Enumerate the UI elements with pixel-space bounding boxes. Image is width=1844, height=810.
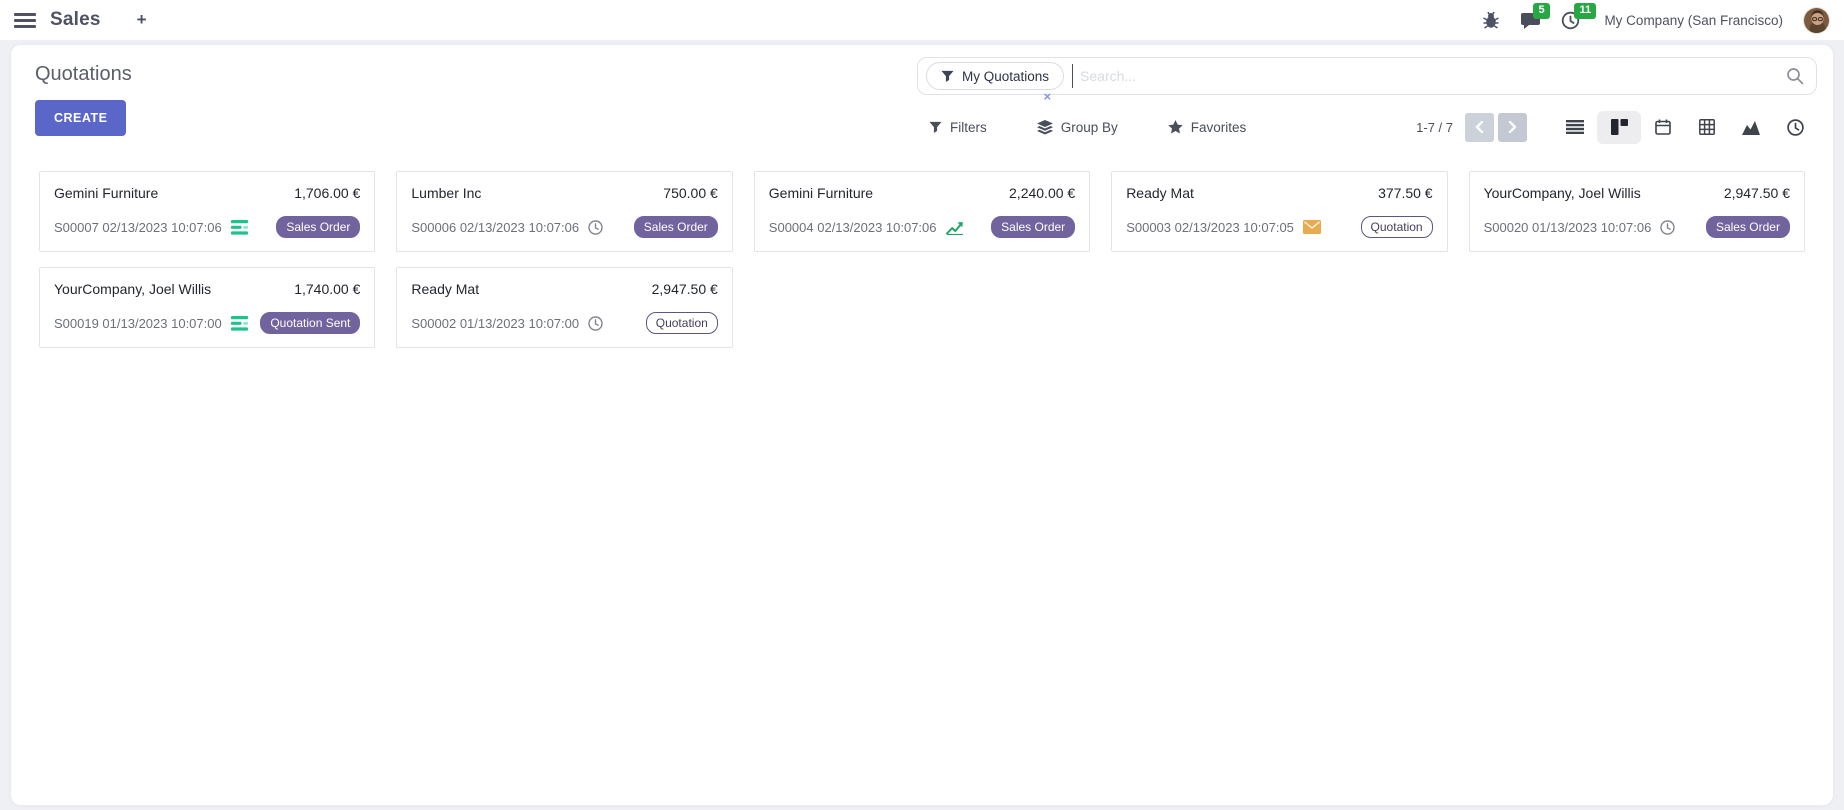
chevron-left-icon [1475, 121, 1484, 133]
amount: 1,740.00 € [294, 281, 360, 297]
view-switcher [1553, 111, 1817, 144]
filter-funnel-icon [941, 70, 954, 83]
clock-icon[interactable] [588, 220, 603, 235]
kanban-view-icon [1611, 119, 1628, 135]
view-calendar-button[interactable] [1641, 111, 1685, 144]
green-list-icon[interactable] [231, 316, 248, 331]
order-reference: S00007 02/13/2023 10:07:06 [54, 220, 222, 235]
graph-view-icon [1742, 120, 1760, 135]
quotation-card[interactable]: Lumber Inc 750.00 € S00006 02/13/2023 10… [396, 171, 732, 252]
chevron-right-icon [1508, 121, 1517, 133]
messages-count-badge: 5 [1533, 3, 1549, 19]
status-badge: Sales Order [991, 216, 1075, 238]
group-by-button[interactable]: Group By [1037, 120, 1118, 135]
order-reference: S00004 02/13/2023 10:07:06 [769, 220, 937, 235]
quotation-card[interactable]: Gemini Furniture 2,240.00 € S00004 02/13… [754, 171, 1090, 252]
pivot-view-icon [1699, 119, 1715, 135]
amount: 377.50 € [1378, 185, 1433, 201]
favorites-button[interactable]: Favorites [1168, 120, 1247, 135]
quotation-card[interactable]: Gemini Furniture 1,706.00 € S00007 02/13… [39, 171, 375, 252]
view-pivot-button[interactable] [1685, 111, 1729, 144]
status-badge: Sales Order [1706, 216, 1790, 238]
customer-name: YourCompany, Joel Willis [1484, 185, 1641, 201]
star-icon [1168, 120, 1183, 134]
top-navbar: Sales + 5 11 My Company (San Francisco) [0, 0, 1844, 40]
envelope-icon[interactable] [1303, 220, 1321, 234]
search-input[interactable]: My Quotations × Search... [917, 57, 1817, 95]
view-activity-button[interactable] [1773, 111, 1817, 144]
order-reference: S00006 02/13/2023 10:07:06 [411, 220, 579, 235]
customer-name: Ready Mat [1126, 185, 1194, 201]
apps-menu-icon[interactable] [14, 9, 36, 32]
pager-next-button[interactable] [1498, 113, 1527, 142]
calendar-view-icon [1655, 119, 1671, 135]
facet-remove-icon[interactable]: × [1043, 90, 1051, 103]
debug-bug-icon[interactable] [1482, 11, 1500, 29]
filter-funnel-icon [929, 121, 942, 134]
activities-button[interactable]: 11 [1561, 11, 1580, 30]
quotation-card[interactable]: Ready Mat 2,947.50 € S00002 01/13/2023 1… [396, 267, 732, 348]
view-list-button[interactable] [1553, 111, 1597, 144]
view-kanban-button[interactable] [1597, 111, 1641, 144]
search-icon[interactable] [1786, 67, 1804, 85]
customer-name: Gemini Furniture [54, 185, 158, 201]
status-badge: Quotation Sent [260, 312, 360, 334]
create-button[interactable]: CREATE [35, 100, 126, 136]
customer-name: Lumber Inc [411, 185, 481, 201]
quotation-card[interactable]: YourCompany, Joel Willis 2,947.50 € S000… [1469, 171, 1805, 252]
activities-count-badge: 11 [1574, 3, 1596, 19]
customer-name: Gemini Furniture [769, 185, 873, 201]
amount: 750.00 € [663, 185, 718, 201]
amount: 1,706.00 € [294, 185, 360, 201]
green-list-icon[interactable] [231, 220, 248, 235]
status-badge: Sales Order [634, 216, 718, 238]
order-reference: S00019 01/13/2023 10:07:00 [54, 316, 222, 331]
amount: 2,947.50 € [1724, 185, 1790, 201]
customer-name: YourCompany, Joel Willis [54, 281, 211, 297]
user-avatar[interactable] [1803, 7, 1830, 34]
pager-value[interactable]: 1-7 / 7 [1416, 120, 1453, 135]
amount: 2,947.50 € [652, 281, 718, 297]
page-title: Quotations [35, 63, 132, 86]
pager-previous-button[interactable] [1465, 113, 1494, 142]
clock-icon[interactable] [1660, 220, 1675, 235]
layers-icon [1037, 120, 1053, 135]
pager: 1-7 / 7 [1416, 113, 1527, 142]
text-cursor [1072, 64, 1073, 88]
kanban-view: Gemini Furniture 1,706.00 € S00007 02/13… [11, 149, 1833, 370]
search-placeholder: Search... [1080, 68, 1786, 84]
new-tab-button[interactable]: + [137, 10, 147, 30]
app-name[interactable]: Sales [50, 9, 101, 31]
amount: 2,240.00 € [1009, 185, 1075, 201]
company-switcher[interactable]: My Company (San Francisco) [1604, 13, 1783, 28]
customer-name: Ready Mat [411, 281, 479, 297]
list-view-icon [1566, 120, 1584, 134]
messages-button[interactable]: 5 [1520, 11, 1541, 30]
facet-label: My Quotations [962, 69, 1049, 84]
status-badge: Quotation [1361, 216, 1433, 238]
clock-icon[interactable] [588, 316, 603, 331]
status-badge: Quotation [646, 312, 718, 334]
search-options-row: Filters Group By Favorites 1-7 / 7 [917, 109, 1817, 145]
filters-button[interactable]: Filters [929, 120, 987, 135]
view-graph-button[interactable] [1729, 111, 1773, 144]
search-facet-my-quotations[interactable]: My Quotations × [926, 62, 1064, 90]
order-reference: S00020 01/13/2023 10:07:06 [1484, 220, 1652, 235]
control-panel: Quotations CREATE My Quotations × Search… [11, 45, 1833, 149]
order-reference: S00002 01/13/2023 10:07:00 [411, 316, 579, 331]
order-reference: S00003 02/13/2023 10:07:05 [1126, 220, 1294, 235]
trend-up-icon[interactable] [946, 220, 964, 235]
quotation-card[interactable]: YourCompany, Joel Willis 1,740.00 € S000… [39, 267, 375, 348]
status-badge: Sales Order [276, 216, 360, 238]
content-panel: Quotations CREATE My Quotations × Search… [11, 45, 1833, 805]
quotation-card[interactable]: Ready Mat 377.50 € S00003 02/13/2023 10:… [1111, 171, 1447, 252]
activity-view-icon [1787, 119, 1804, 136]
